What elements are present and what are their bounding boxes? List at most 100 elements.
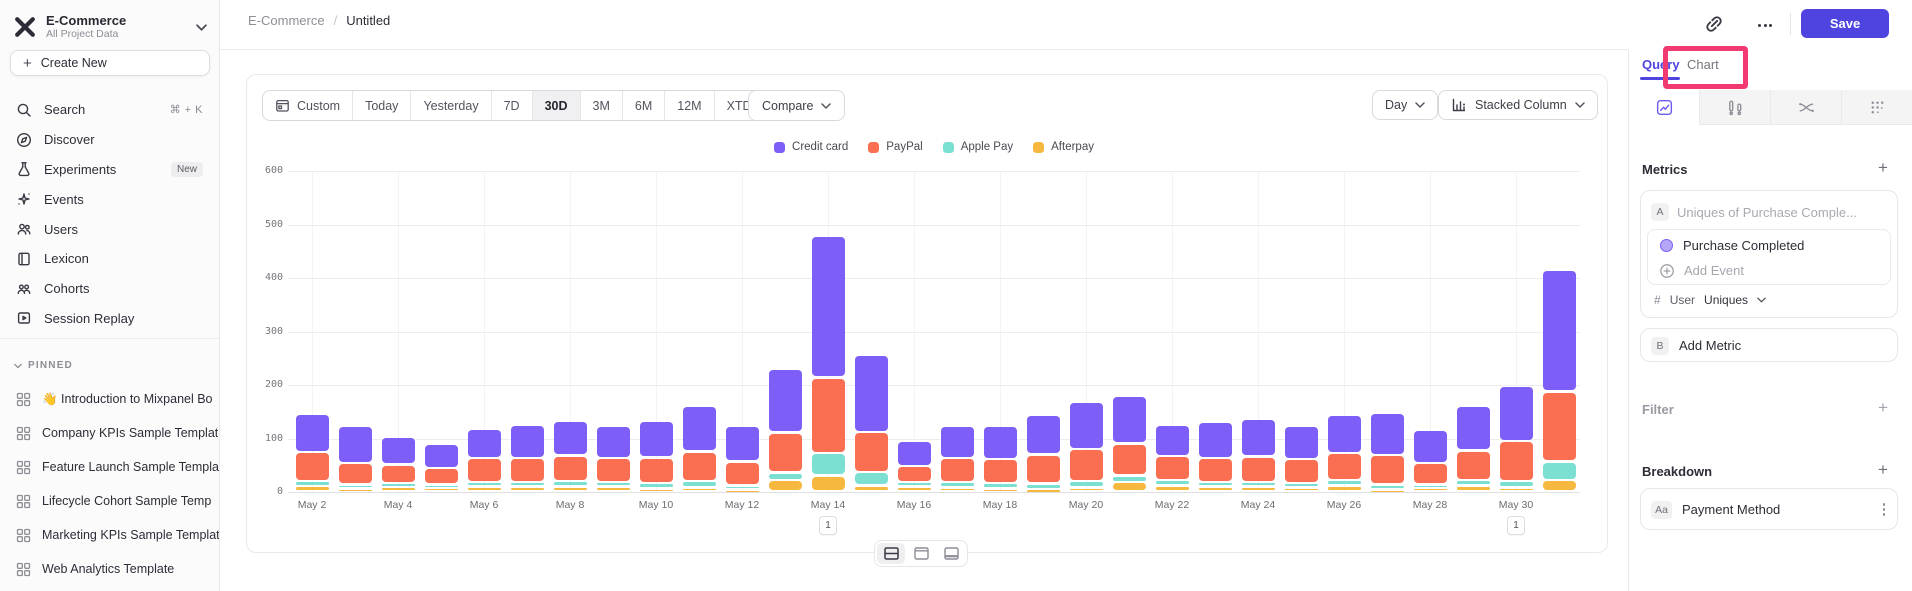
bar-segment-paypal[interactable] bbox=[941, 459, 974, 481]
add-event-row[interactable]: Add Event bbox=[1660, 263, 1744, 278]
bar-segment-paypal[interactable] bbox=[1457, 452, 1490, 479]
bar-segment-credit-card[interactable] bbox=[1500, 387, 1533, 440]
bar-segment-apple-pay[interactable] bbox=[1500, 482, 1533, 486]
legend-item[interactable]: Credit card bbox=[774, 141, 848, 153]
pinned-item[interactable]: Lifecycle Cohort Sample Temp bbox=[0, 484, 219, 518]
bar-segment-apple-pay[interactable] bbox=[511, 483, 544, 485]
date-range-6m[interactable]: 6M bbox=[622, 91, 664, 120]
bar-segment-apple-pay[interactable] bbox=[1371, 486, 1404, 489]
bar-segment-paypal[interactable] bbox=[511, 459, 544, 481]
bar-segment-credit-card[interactable] bbox=[683, 407, 716, 450]
kebab-menu-icon[interactable] bbox=[1883, 503, 1886, 516]
bar-segment-afterpay[interactable] bbox=[1113, 483, 1146, 490]
bar-segment-apple-pay[interactable] bbox=[339, 486, 372, 488]
bar-segment-apple-pay[interactable] bbox=[1457, 481, 1490, 484]
bar-segment-credit-card[interactable] bbox=[425, 445, 458, 467]
bar-segment-credit-card[interactable] bbox=[382, 438, 415, 463]
pinned-item[interactable]: Company KPIs Sample Templat bbox=[0, 416, 219, 450]
bar-segment-paypal[interactable] bbox=[1027, 456, 1060, 483]
bar-segment-apple-pay[interactable] bbox=[683, 482, 716, 486]
bar-segment-paypal[interactable] bbox=[898, 467, 931, 481]
bar-segment-afterpay[interactable] bbox=[1543, 481, 1576, 490]
bar-segment-apple-pay[interactable] bbox=[1328, 481, 1361, 484]
bar-segment-afterpay[interactable] bbox=[1457, 487, 1490, 491]
bar-segment-afterpay[interactable] bbox=[812, 477, 845, 491]
compare-button[interactable]: Compare bbox=[748, 90, 845, 121]
bar-segment-credit-card[interactable] bbox=[1414, 431, 1447, 461]
sidebar-item-users[interactable]: Users bbox=[0, 214, 219, 244]
bar-segment-paypal[interactable] bbox=[855, 433, 888, 471]
bar-segment-paypal[interactable] bbox=[425, 469, 458, 483]
sidebar-item-experiments[interactable]: ExperimentsNew bbox=[0, 155, 219, 185]
layout-chart-only-button[interactable] bbox=[907, 543, 935, 564]
bar-segment-apple-pay[interactable] bbox=[1027, 485, 1060, 488]
sidebar-item-cohorts[interactable]: Cohorts bbox=[0, 274, 219, 304]
bar-segment-credit-card[interactable] bbox=[640, 422, 673, 456]
bar-segment-afterpay[interactable] bbox=[296, 487, 329, 490]
bar-segment-paypal[interactable] bbox=[554, 457, 587, 480]
bar-segment-afterpay[interactable] bbox=[1328, 487, 1361, 491]
bar-segment-paypal[interactable] bbox=[339, 464, 372, 483]
date-range-3m[interactable]: 3M bbox=[580, 91, 622, 120]
aggregation-row[interactable]: # User Uniques bbox=[1654, 293, 1766, 307]
bar-segment-paypal[interactable] bbox=[382, 466, 415, 482]
legend-item[interactable]: PayPal bbox=[868, 141, 922, 153]
date-range-custom[interactable]: Custom bbox=[263, 91, 352, 120]
bar-segment-credit-card[interactable] bbox=[898, 442, 931, 465]
bar-segment-apple-pay[interactable] bbox=[1113, 477, 1146, 481]
bar-segment-credit-card[interactable] bbox=[1328, 416, 1361, 451]
bar-segment-apple-pay[interactable] bbox=[425, 486, 458, 488]
sidebar-item-lexicon[interactable]: Lexicon bbox=[0, 244, 219, 274]
bar-segment-credit-card[interactable] bbox=[1113, 397, 1146, 443]
bar-segment-apple-pay[interactable] bbox=[296, 482, 329, 484]
pinned-item[interactable]: 👋 Introduction to Mixpanel Bo bbox=[0, 382, 219, 416]
add-filter-plus-icon[interactable]: + bbox=[1878, 398, 1888, 418]
tab-insights[interactable] bbox=[1629, 90, 1700, 125]
sidebar-item-discover[interactable]: Discover bbox=[0, 125, 219, 155]
bar-segment-paypal[interactable] bbox=[1113, 445, 1146, 475]
tab-flows[interactable] bbox=[1771, 90, 1842, 125]
add-breakdown-plus-icon[interactable]: + bbox=[1878, 460, 1888, 480]
layout-table-only-button[interactable] bbox=[937, 543, 965, 564]
bar-segment-credit-card[interactable] bbox=[1457, 407, 1490, 449]
annotation-chip[interactable]: 1 bbox=[819, 516, 837, 535]
breadcrumb-project[interactable]: E-Commerce bbox=[248, 13, 325, 28]
bar-segment-paypal[interactable] bbox=[296, 453, 329, 479]
bar-segment-paypal[interactable] bbox=[1070, 450, 1103, 480]
bar-segment-afterpay[interactable] bbox=[769, 481, 802, 490]
bar-segment-apple-pay[interactable] bbox=[1543, 463, 1576, 479]
bar-segment-paypal[interactable] bbox=[769, 434, 802, 472]
bar-segment-apple-pay[interactable] bbox=[597, 483, 630, 485]
bar-segment-credit-card[interactable] bbox=[984, 427, 1017, 458]
bar-segment-apple-pay[interactable] bbox=[1156, 481, 1189, 484]
bar-segment-credit-card[interactable] bbox=[855, 356, 888, 431]
pinned-item[interactable]: Feature Launch Sample Templa bbox=[0, 450, 219, 484]
bar-segment-credit-card[interactable] bbox=[1285, 427, 1318, 458]
event-row[interactable]: Purchase Completed bbox=[1660, 238, 1804, 253]
bar-segment-apple-pay[interactable] bbox=[941, 483, 974, 486]
bar-segment-credit-card[interactable] bbox=[296, 415, 329, 450]
pinned-item[interactable]: Marketing KPIs Sample Templat bbox=[0, 518, 219, 552]
date-range-today[interactable]: Today bbox=[352, 91, 410, 120]
bar-segment-credit-card[interactable] bbox=[769, 370, 802, 431]
bar-segment-paypal[interactable] bbox=[1414, 464, 1447, 483]
bar-segment-paypal[interactable] bbox=[1328, 454, 1361, 478]
legend-item[interactable]: Afterpay bbox=[1033, 141, 1094, 153]
bar-segment-paypal[interactable] bbox=[984, 460, 1017, 482]
granularity-dropdown[interactable]: Day bbox=[1372, 90, 1438, 120]
sidebar-item-search[interactable]: Search⌘ + K bbox=[0, 95, 219, 125]
project-switcher[interactable]: E-Commerce All Project Data bbox=[8, 8, 215, 46]
bar-segment-credit-card[interactable] bbox=[1027, 416, 1060, 453]
pinned-section-header[interactable]: PINNED bbox=[14, 360, 73, 371]
bar-segment-apple-pay[interactable] bbox=[382, 484, 415, 486]
date-range-yesterday[interactable]: Yesterday bbox=[410, 91, 490, 120]
bar-segment-paypal[interactable] bbox=[1371, 456, 1404, 483]
bar-segment-credit-card[interactable] bbox=[726, 427, 759, 460]
layout-split-button[interactable] bbox=[877, 543, 905, 564]
bar-segment-credit-card[interactable] bbox=[941, 427, 974, 457]
bar-segment-apple-pay[interactable] bbox=[812, 454, 845, 474]
bar-segment-apple-pay[interactable] bbox=[1070, 482, 1103, 486]
bar-segment-credit-card[interactable] bbox=[1156, 426, 1189, 455]
bar-segment-apple-pay[interactable] bbox=[769, 474, 802, 479]
tab-query[interactable]: Query bbox=[1642, 57, 1680, 72]
